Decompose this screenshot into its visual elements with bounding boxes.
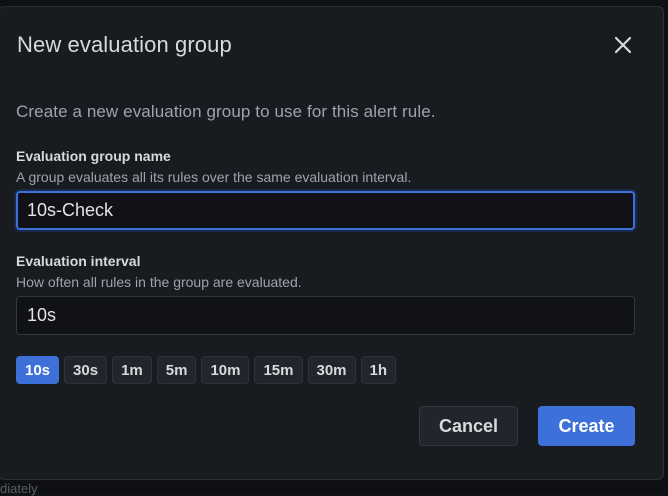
create-button[interactable]: Create: [538, 406, 635, 446]
interval-presets: 10s 30s 1m 5m 10m 15m 30m 1h: [16, 356, 397, 384]
interval-input[interactable]: [16, 296, 635, 335]
close-icon: [614, 36, 632, 54]
modal-description: Create a new evaluation group to use for…: [16, 102, 436, 121]
interval-label: Evaluation interval: [16, 253, 141, 269]
close-button[interactable]: [609, 31, 637, 59]
interval-chip-1m[interactable]: 1m: [112, 356, 152, 384]
group-name-label: Evaluation group name: [16, 148, 171, 164]
group-name-input[interactable]: [16, 191, 635, 230]
cancel-button[interactable]: Cancel: [419, 406, 518, 446]
interval-chip-10m[interactable]: 10m: [201, 356, 250, 384]
background-partial-text: diately: [0, 481, 38, 496]
interval-chip-10s[interactable]: 10s: [16, 356, 60, 384]
interval-chip-1h[interactable]: 1h: [360, 356, 397, 384]
interval-chip-30s[interactable]: 30s: [64, 356, 108, 384]
modal-title: New evaluation group: [17, 32, 232, 57]
interval-chip-15m[interactable]: 15m: [254, 356, 303, 384]
new-evaluation-group-modal: New evaluation group Create a new evalua…: [0, 6, 664, 480]
interval-chip-30m[interactable]: 30m: [307, 356, 356, 384]
interval-chip-5m[interactable]: 5m: [156, 356, 197, 384]
group-name-help: A group evaluates all its rules over the…: [16, 169, 412, 185]
interval-help: How often all rules in the group are eva…: [16, 274, 302, 290]
